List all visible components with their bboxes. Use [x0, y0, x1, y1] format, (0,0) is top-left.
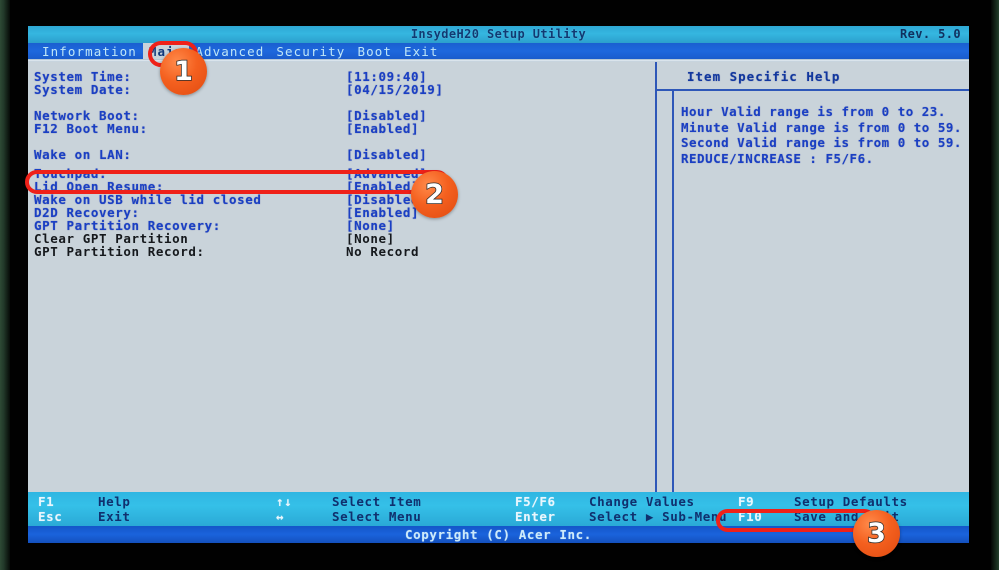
key-name: F1	[38, 494, 98, 509]
key-description: Help	[98, 494, 131, 509]
body-area: System Time:[11:09:40]System Date:[04/15…	[28, 62, 969, 492]
help-pane-text: Hour Valid range is from 0 to 23. Minute…	[681, 104, 969, 166]
key-help-bar: F1HelpEscExit ↑↓Select Item↔Select Menu …	[28, 492, 969, 526]
key-hint[interactable]: F5/F6Change Values	[515, 494, 727, 509]
app-title: InsydeH20 Setup Utility	[28, 27, 969, 41]
settings-list: System Time:[11:09:40]System Date:[04/15…	[28, 62, 654, 492]
help-pane-title: Item Specific Help	[687, 69, 840, 84]
annotation-badge-3: 3	[853, 510, 900, 557]
key-description: Select Menu	[332, 509, 421, 524]
key-description: Change Values	[589, 494, 695, 509]
key-hint[interactable]: ↑↓Select Item	[276, 494, 421, 509]
setting-row[interactable]: Wake on LAN: [Disabled]	[28, 148, 654, 161]
menu-tab-boot[interactable]: Boot	[351, 43, 398, 59]
setting-value[interactable]: [Enabled]	[346, 122, 419, 135]
setting-value[interactable]: [04/15/2019]	[346, 83, 444, 96]
help-inner-divider	[672, 91, 674, 492]
key-column-2: ↑↓Select Item↔Select Menu	[276, 494, 421, 524]
key-name: F9	[738, 494, 794, 509]
menu-tab-security[interactable]: Security	[270, 43, 351, 59]
key-name: Esc	[38, 509, 98, 524]
key-description: Select ▶ Sub-Menu	[589, 509, 727, 524]
bios-screen: InsydeH20 Setup Utility Rev. 5.0 Informa…	[28, 26, 969, 543]
key-hint[interactable]: EnterSelect ▶ Sub-Menu	[515, 509, 727, 524]
copyright-text: Copyright (C) Acer Inc.	[28, 527, 969, 542]
key-column-3: F5/F6Change ValuesEnterSelect ▶ Sub-Menu	[515, 494, 727, 524]
key-description: Select Item	[332, 494, 421, 509]
setting-value[interactable]: [Disabled]	[346, 148, 427, 161]
key-column-1: F1HelpEscExit	[38, 494, 131, 524]
setting-label: F12 Boot Menu:	[34, 122, 148, 135]
frame-edge-right	[991, 0, 999, 570]
key-hint[interactable]: EscExit	[38, 509, 131, 524]
setting-row[interactable]: System Date: [04/15/2019]	[28, 83, 654, 96]
setting-row[interactable]: GPT Partition Record: No Record	[28, 245, 654, 258]
revision-label: Rev. 5.0	[900, 27, 961, 41]
annotation-badge-2: 2	[411, 171, 458, 218]
key-hint[interactable]: F1Help	[38, 494, 131, 509]
key-description: Exit	[98, 509, 131, 524]
key-name: ↑↓	[276, 494, 332, 509]
annotation-badge-1: 1	[160, 48, 207, 95]
setting-label: Wake on LAN:	[34, 148, 132, 161]
setting-value[interactable]: No Record	[346, 245, 419, 258]
key-hint[interactable]: ↔Select Menu	[276, 509, 421, 524]
key-name: F5/F6	[515, 494, 589, 509]
key-name: Enter	[515, 509, 589, 524]
key-name: ↔	[276, 509, 332, 524]
item-specific-help-pane: Item Specific Help Hour Valid range is f…	[657, 62, 969, 492]
help-title-divider	[657, 89, 969, 91]
title-bar: InsydeH20 Setup Utility Rev. 5.0	[28, 26, 969, 43]
setting-row[interactable]: F12 Boot Menu: [Enabled]	[28, 122, 654, 135]
key-name: F10	[738, 509, 794, 524]
menu-tab-information[interactable]: Information	[36, 43, 143, 59]
key-hint[interactable]: F9Setup Defaults	[738, 494, 908, 509]
frame-edge-left	[0, 0, 10, 570]
setting-label: GPT Partition Record:	[34, 245, 205, 258]
copyright-bar: Copyright (C) Acer Inc.	[28, 526, 969, 543]
photo-frame: InsydeH20 Setup Utility Rev. 5.0 Informa…	[0, 0, 999, 570]
key-description: Setup Defaults	[794, 494, 908, 509]
menu-tab-exit[interactable]: Exit	[398, 43, 445, 59]
setting-label: System Date:	[34, 83, 132, 96]
